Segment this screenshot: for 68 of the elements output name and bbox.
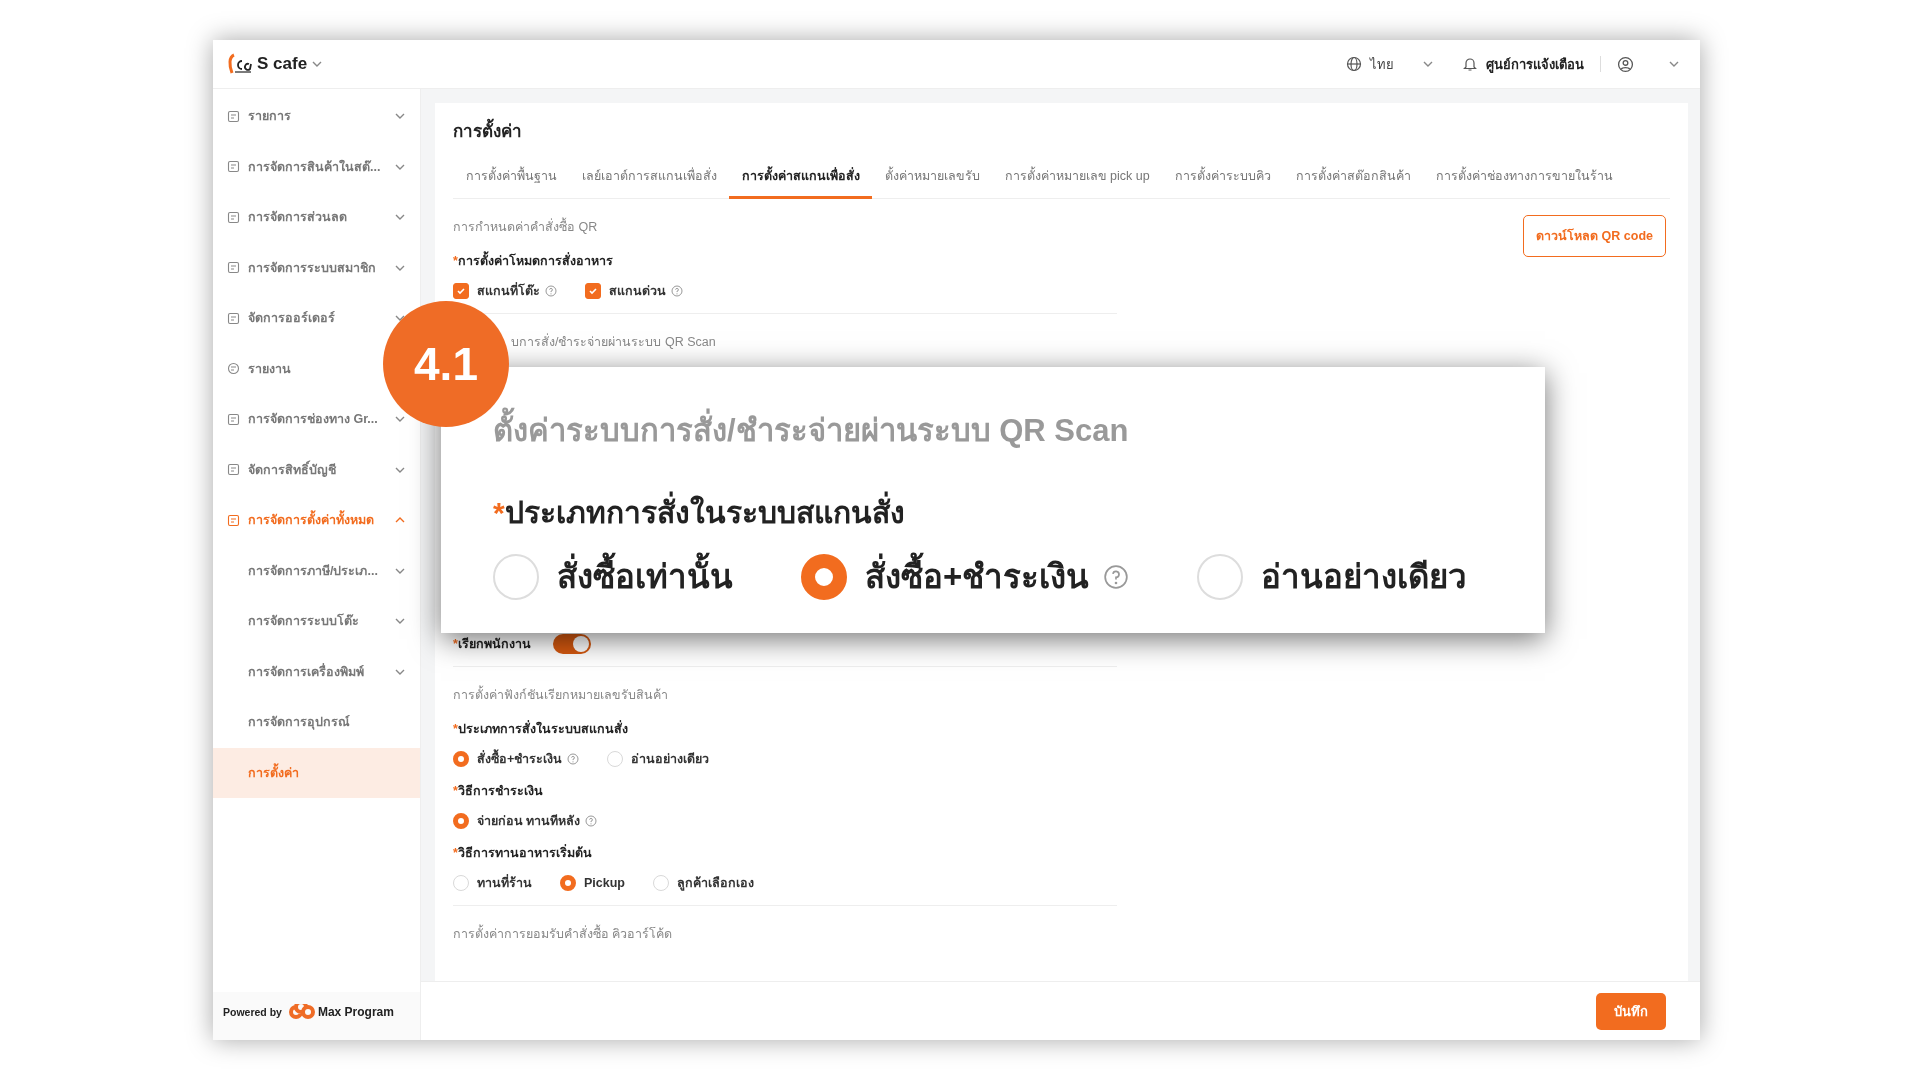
checkmark-icon (588, 286, 598, 296)
field-label: *ประเภทการสั่งในระบบสแกนสั่ง (453, 719, 629, 738)
radio-button[interactable] (453, 813, 469, 829)
list-icon (227, 109, 240, 123)
brand-name[interactable]: S cafe (257, 54, 308, 74)
logo-icon (227, 53, 253, 75)
logo-text: Max Program (317, 1005, 394, 1019)
sidebar-item[interactable]: รายการ (213, 91, 420, 142)
radio-button[interactable] (453, 751, 469, 767)
field-label: *การตั้งค่าโหมดการสั่งอาหาร (453, 251, 1117, 271)
help-icon[interactable] (585, 815, 598, 827)
tab[interactable]: การตั้งค่าพื้นฐาน (453, 160, 569, 199)
tab[interactable]: การตั้งค่าระบบคิว (1162, 160, 1284, 199)
bell-icon[interactable] (1462, 56, 1478, 72)
section-heading: การตั้งค่าฟังก์ชันเรียกหมายเลขรับสินค้า (453, 685, 1117, 705)
tab[interactable]: เลย์เอาต์การสแกนเพื่อสั่ง (569, 160, 729, 199)
help-icon[interactable] (671, 285, 683, 297)
infinity-logo-icon (287, 1004, 316, 1020)
help-icon[interactable] (1103, 563, 1130, 590)
tab[interactable]: การตั้งค่าช่องทางการขายในร้าน (1423, 160, 1626, 199)
sidebar-subitem[interactable]: การตั้งค่า (213, 747, 420, 798)
field-label: *วิธีการชำระเงิน (453, 783, 544, 800)
sidebar-item[interactable]: การจัดการระบบสมาชิก (213, 242, 420, 293)
checkbox[interactable] (453, 283, 469, 299)
sidebar-item[interactable]: การจัดการสินค้าในสต๊... (213, 141, 420, 192)
option-label: ลูกค้าเลือกเอง (677, 875, 754, 893)
globe-icon[interactable] (1346, 56, 1362, 72)
tab[interactable]: การตั้งค่าหมายเลข pick up (992, 160, 1163, 199)
toggle-switch[interactable] (552, 634, 591, 654)
help-icon[interactable] (567, 753, 580, 765)
checkbox[interactable] (585, 283, 601, 299)
notification-center-link[interactable]: ศูนย์การแจ้งเตือน (1486, 53, 1584, 75)
radio-button[interactable] (560, 875, 576, 891)
field-label: *เรียกพนักงาน (453, 636, 531, 653)
radio-button[interactable] (801, 553, 847, 600)
section-heading: การตั้งค่าการยอมรับคำสั่งซื้อ คิวอาร์โค้ด (453, 924, 1117, 944)
field-label: *วิธีการทานอาหารเริ่มต้น (453, 843, 593, 862)
user-icon[interactable] (1617, 55, 1634, 73)
tab[interactable]: การตั้งค่าสต๊อกสินค้า (1283, 160, 1424, 199)
powered-by-text: Powered by (223, 1006, 282, 1018)
sidebar-item[interactable]: การจัดการส่วนลด (213, 192, 420, 243)
sidebar-subitem[interactable]: การจัดการภาษี/ประเภ... (213, 545, 420, 596)
sidebar-subitem[interactable]: การจัดการอุปกรณ์ (213, 697, 420, 748)
option-label: สแกนที่โต๊ะ (477, 281, 540, 300)
language-selector[interactable]: ไทย (1370, 53, 1394, 75)
download-qr-button[interactable]: ดาวน์โหลด QR code (1523, 215, 1666, 257)
tab[interactable]: ตั้งค่าหมายเลขรับ (872, 160, 992, 199)
option-label: สั่งซื้อเท่านั้น (557, 550, 733, 603)
page-title: การตั้งค่า (453, 117, 1670, 144)
section-heading: การกำหนดค่าคำสั่งซื้อ QR (453, 217, 1117, 237)
sidebar-item[interactable]: การจัดการตั้งค่าทั้งหมด (213, 495, 420, 546)
option-label: จ่ายก่อน ทานทีหลัง (477, 813, 581, 830)
help-icon[interactable] (545, 285, 557, 297)
sidebar-subitem[interactable]: การจัดการเครื่องพิมพ์ (213, 646, 420, 697)
sidebar-item[interactable]: จัดการสิทธิ์บัญชี (213, 444, 420, 495)
option-label: สแกนด่วน (609, 283, 666, 300)
option-label: สั่งซื้อ+ชำระเงิน (865, 550, 1090, 603)
option-label: สั่งซื้อ+ชำระเงิน (477, 749, 563, 769)
save-button[interactable]: บันทึก (1596, 992, 1666, 1030)
section-heading: บการสั่ง/ชำระจ่ายผ่านระบบ QR Scan (510, 332, 717, 351)
checkmark-icon (456, 286, 466, 296)
option-label: ทานที่ร้าน (477, 873, 532, 892)
option-label: อ่านอย่างเดียว (1261, 557, 1468, 597)
callout-field-label: *ประเภทการสั่งในระบบสแกนสั่ง (493, 489, 1493, 536)
option-label: อ่านอย่างเดียว (631, 751, 710, 768)
sidebar-subitem[interactable]: การจัดการระบบโต๊ะ (213, 596, 420, 647)
option-label: Pickup (584, 876, 625, 890)
tab[interactable]: การตั้งค่าสแกนเพื่อสั่ง (729, 160, 872, 199)
